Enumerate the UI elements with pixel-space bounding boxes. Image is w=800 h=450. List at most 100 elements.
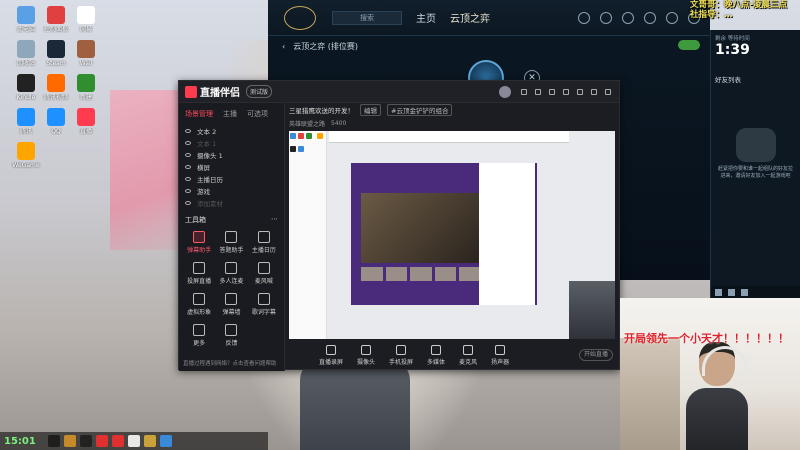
chat-icon[interactable] (715, 288, 722, 296)
tools-more-icon[interactable]: ⋯ (271, 215, 278, 225)
desktop-icon[interactable]: WeGame (8, 142, 44, 182)
tool-label: 弹幕墙 (222, 309, 241, 316)
close-icon[interactable] (605, 88, 611, 95)
source-button[interactable]: 多媒体 (427, 344, 445, 366)
eye-icon[interactable] (185, 129, 191, 133)
sa-logo-icon (185, 85, 197, 98)
tool-button[interactable]: 弹幕助手 (183, 231, 215, 254)
desktop-icon-label: 网易 (79, 26, 92, 33)
back-arrow-icon[interactable]: ‹ (282, 42, 285, 51)
missions-icon[interactable] (728, 288, 735, 296)
scene-row[interactable]: 文本 1 (179, 137, 284, 149)
avatar[interactable] (499, 85, 511, 98)
source-button[interactable]: 手机投屏 (389, 344, 413, 366)
app-icon (47, 74, 65, 92)
scene-row[interactable]: 文本 2 (179, 125, 284, 137)
sa-tab[interactable]: 可选项 (247, 109, 268, 119)
minimize-icon[interactable] (577, 88, 583, 95)
webcam-caption: 开局领先一个小天才！！！！！！ (624, 332, 789, 345)
stream-category[interactable]: 英雄联盟之路 (289, 119, 325, 128)
menu-icon[interactable] (563, 88, 569, 95)
sa-tab[interactable]: 主播 (223, 109, 237, 119)
scene-row[interactable]: 横屏 (179, 161, 284, 173)
friends-header: 好友列表 (715, 76, 741, 84)
eye-icon[interactable] (185, 201, 191, 205)
lobby-toggle[interactable] (678, 40, 700, 50)
tool-button[interactable]: 主播日历 (248, 231, 280, 254)
game-mode-title: 云顶之弈 (排位赛) (293, 41, 358, 51)
game-top-bar: 搜索 主页 云顶之弈 (268, 0, 710, 36)
scene-row[interactable]: 主播日历 (179, 173, 284, 185)
sa-help-tip[interactable]: 直播过程遇到网络？点击查看问题帮助 (183, 359, 277, 367)
game-logo-icon[interactable] (284, 5, 316, 30)
tool-button[interactable]: 麦风喊 (248, 262, 280, 285)
taskbar-app-icon[interactable] (143, 435, 156, 447)
scene-row[interactable]: 摄像头 1 (179, 149, 284, 161)
desktop-icon[interactable]: 直播 (68, 108, 104, 148)
taskbar-app-icon[interactable] (127, 435, 140, 447)
sa-stream-title-bar: 三星猎鹰欢送的开发！ 编辑 #云顶金铲铲的组合 (285, 103, 621, 117)
queue-timer-value: 1:39 (715, 42, 750, 58)
desktop-icon-label: WeGame (12, 162, 40, 169)
game-nav-mode[interactable]: 云顶之弈 (450, 10, 490, 25)
gift-icon[interactable] (535, 88, 541, 95)
edit-title-button[interactable]: 编辑 (360, 104, 381, 116)
settings-icon[interactable] (549, 88, 555, 95)
tool-label: 虚拟形象 (187, 309, 212, 316)
collection-icon[interactable] (622, 11, 634, 24)
eye-icon[interactable] (185, 141, 191, 145)
loot-icon[interactable] (644, 11, 656, 24)
tool-label: 反馈 (225, 340, 238, 347)
eye-icon[interactable] (185, 153, 191, 157)
stream-overlay-text: 文哥哥：晚八点-凌晨三点 社指导：… (690, 0, 800, 30)
source-button[interactable]: 扬声器 (491, 344, 510, 366)
tool-button[interactable]: 歌词字幕 (248, 293, 280, 316)
tool-button[interactable]: 多人连麦 (215, 262, 247, 285)
stream-preview[interactable] (289, 131, 615, 339)
start-stream-button[interactable]: 开始直播 (579, 349, 613, 361)
game-nav-home[interactable]: 主页 (416, 10, 436, 25)
tool-button[interactable]: 反馈 (215, 324, 247, 347)
rank-icon[interactable] (578, 11, 590, 24)
scene-label: 文本 1 (197, 140, 217, 148)
source-button[interactable]: 直播录屏 (319, 344, 344, 366)
taskbar-app-icon[interactable] (63, 435, 76, 447)
message-icon[interactable] (521, 88, 527, 95)
taskbar-app-icon[interactable] (47, 435, 60, 447)
scene-row[interactable]: 添加素材 (179, 197, 284, 209)
scene-row[interactable]: 游戏 (179, 185, 284, 197)
eye-icon[interactable] (185, 177, 191, 181)
app-icon (47, 6, 65, 24)
app-icon (47, 108, 65, 126)
source-label: 直播录屏 (319, 358, 344, 366)
scene-label: 横屏 (197, 164, 210, 172)
sa-title-bar: 直播伴侣 测试版 (179, 81, 619, 103)
taskbar-app-icon[interactable] (95, 435, 108, 447)
source-button[interactable]: 麦克风 (459, 344, 478, 366)
maximize-icon[interactable] (591, 88, 597, 95)
tool-button[interactable]: 更多 (183, 324, 215, 347)
friends-empty-description: 赶紧把你要和谁一起组队的好友拉进来，邀请好友加入一起游戏吧 (717, 166, 793, 179)
eye-icon[interactable] (185, 189, 191, 193)
stream-tag[interactable]: #云顶金铲铲的组合 (387, 104, 453, 116)
tool-button[interactable]: 答题助手 (215, 231, 247, 254)
taskbar-app-icon[interactable] (111, 435, 124, 447)
source-label: 扬声器 (491, 358, 510, 366)
source-label: 摄像头 (357, 358, 376, 366)
tool-button[interactable]: 虚拟形象 (183, 293, 215, 316)
store-icon[interactable] (666, 11, 678, 24)
notification-icon[interactable] (741, 288, 748, 296)
sa-tab[interactable]: 场景管理 (185, 109, 213, 119)
taskbar-app-icon[interactable] (159, 435, 172, 447)
app-icon (77, 6, 95, 24)
taskbar-app-icon[interactable] (79, 435, 92, 447)
app-icon (17, 6, 35, 24)
game-search-button[interactable]: 搜索 (332, 10, 402, 25)
tool-button[interactable]: 弹幕墙 (215, 293, 247, 316)
tool-icon (193, 324, 206, 336)
tool-button[interactable]: 投屏直播 (183, 262, 215, 285)
eye-icon[interactable] (185, 165, 191, 169)
profile-icon[interactable] (600, 11, 612, 24)
source-button[interactable]: 摄像头 (357, 344, 376, 366)
source-label: 麦克风 (459, 358, 478, 366)
